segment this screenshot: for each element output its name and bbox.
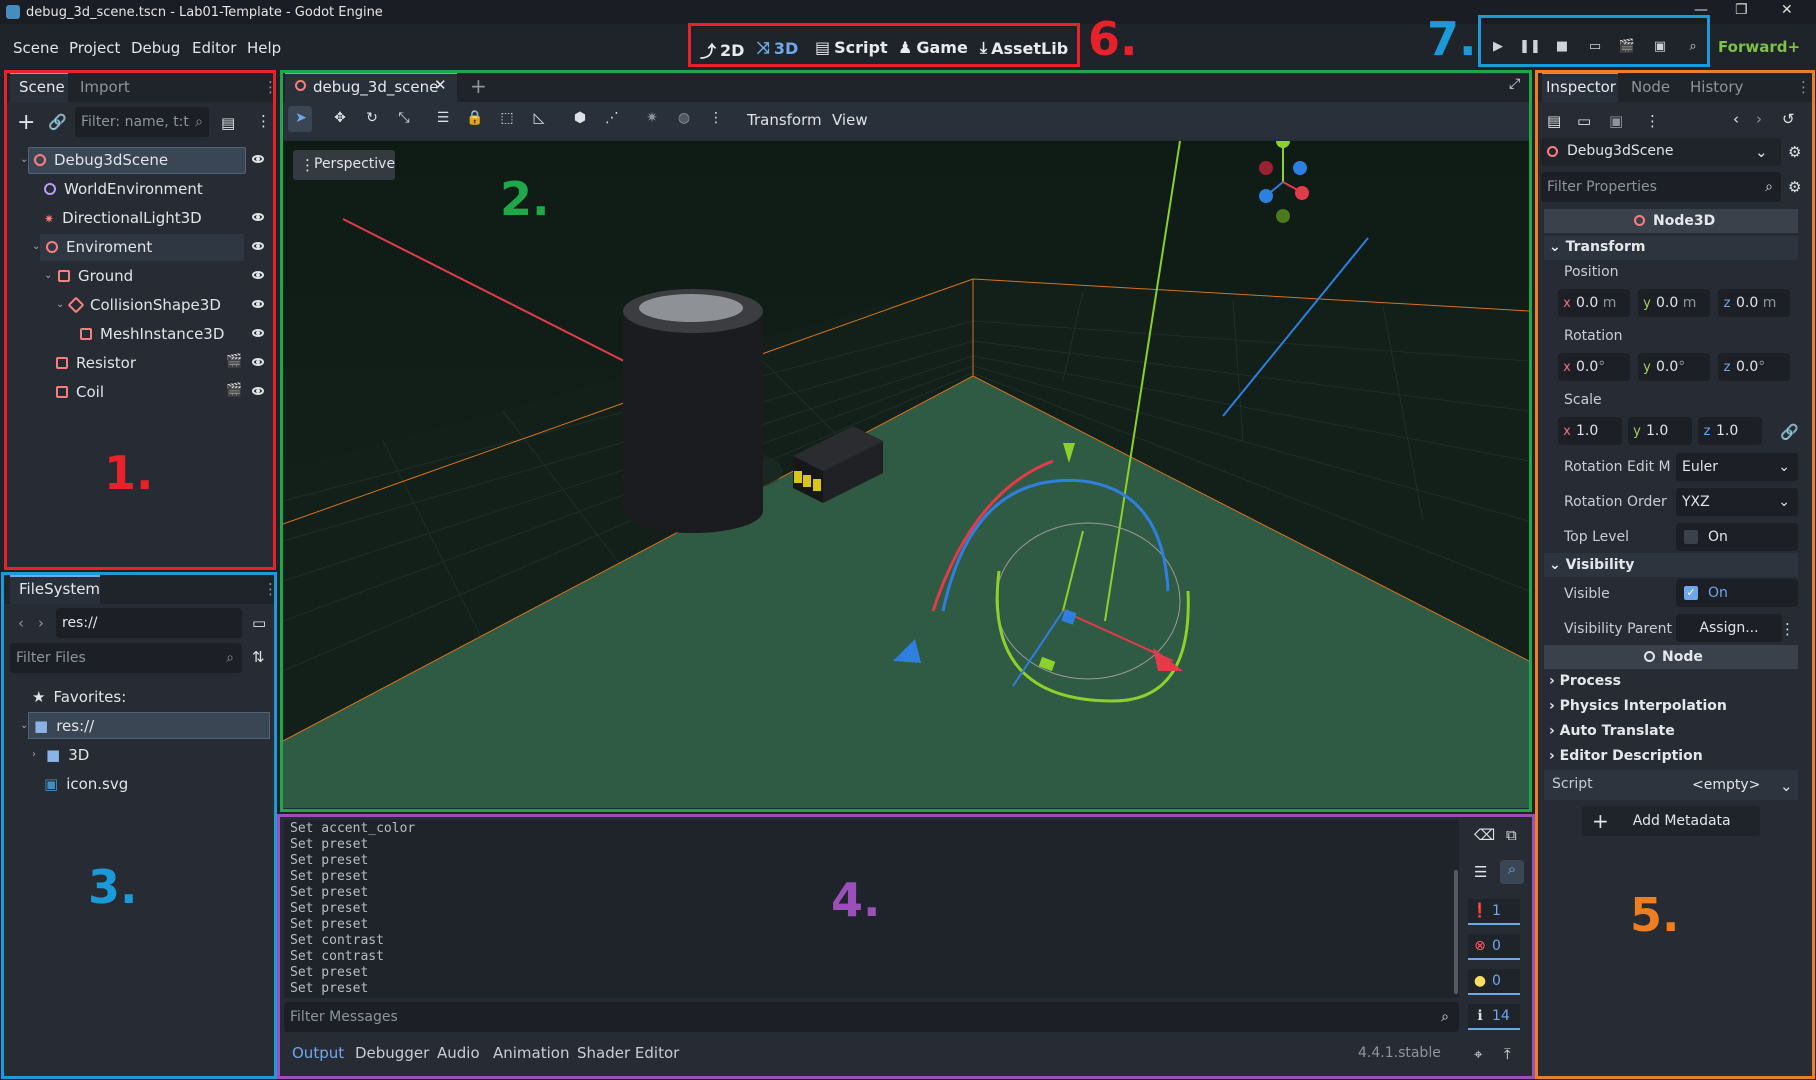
annotation-label-5: 5. [1630,888,1680,942]
annotation-frame-2 [280,70,1532,812]
menu-help[interactable]: Help [247,39,281,57]
restore-icon[interactable]: ❐ [1735,2,1748,18]
renderer-select[interactable]: Forward+ [1718,38,1800,56]
annotation-label-1: 1. [104,446,154,500]
window-title: debug_3d_scene.tscn - Lab01-Template - G… [26,4,383,20]
annotation-frame-6 [688,23,1080,67]
menu-project[interactable]: Project [69,39,120,57]
annotation-frame-3 [1,572,277,1079]
close-window-icon[interactable]: ✕ [1781,2,1793,18]
annotation-frame-4 [277,814,1535,1079]
menu-debug[interactable]: Debug [131,39,180,57]
annotation-label-4: 4. [831,873,881,927]
annotation-label-2: 2. [500,172,550,226]
menu-scene[interactable]: Scene [13,39,59,57]
annotation-label-7: 7. [1427,12,1477,66]
menu-editor[interactable]: Editor [192,39,236,57]
annotation-label-3: 3. [88,860,138,914]
annotation-label-6: 6. [1088,12,1138,66]
godot-logo-icon [6,5,20,19]
annotation-frame-7 [1478,15,1710,67]
